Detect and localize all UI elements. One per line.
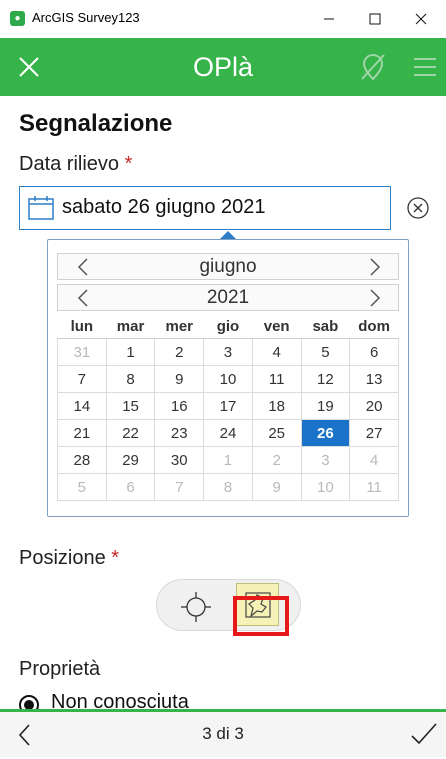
calendar-day[interactable]: 13 xyxy=(349,365,399,393)
highlight-box xyxy=(233,596,289,636)
chevron-right-icon xyxy=(370,257,381,276)
calendar-day[interactable]: 1 xyxy=(203,446,253,474)
close-icon xyxy=(19,57,39,77)
close-window-button[interactable] xyxy=(398,0,444,38)
weekday-header: ven xyxy=(252,314,302,339)
close-icon xyxy=(415,13,427,25)
calendar-day[interactable]: 6 xyxy=(349,338,399,366)
calendar-day[interactable]: 9 xyxy=(251,473,302,501)
calendar-day[interactable]: 10 xyxy=(203,365,253,393)
year-label: 2021 xyxy=(206,287,250,308)
calendar-day[interactable]: 22 xyxy=(105,419,156,447)
calendar-day-selected[interactable]: 26 xyxy=(300,419,351,447)
weekday-header: lun xyxy=(57,314,107,339)
calendar-day[interactable]: 9 xyxy=(154,365,205,393)
checkmark-icon xyxy=(411,723,437,745)
prev-year-button[interactable] xyxy=(69,284,97,311)
property-label: Proprietà xyxy=(19,658,101,680)
calendar-day[interactable]: 11 xyxy=(251,365,302,393)
section-title: Segnalazione xyxy=(19,110,173,137)
calendar-day[interactable]: 4 xyxy=(251,338,302,366)
required-mark: * xyxy=(124,153,133,175)
weekday-header: mar xyxy=(106,314,155,339)
calendar-icon xyxy=(28,196,54,220)
previous-page-button[interactable] xyxy=(12,720,38,750)
location-label-text: Posizione xyxy=(19,547,106,569)
chevron-right-icon xyxy=(370,288,381,307)
calendar-day[interactable]: 11 xyxy=(349,473,399,501)
next-month-button[interactable] xyxy=(361,253,389,280)
picker-pointer xyxy=(220,231,236,239)
hamburger-menu-icon xyxy=(414,58,436,76)
calendar-day[interactable]: 28 xyxy=(57,446,107,474)
page-indicator: 3 di 3 xyxy=(202,724,244,743)
gps-signal-icon xyxy=(361,53,385,81)
next-year-button[interactable] xyxy=(361,284,389,311)
calendar-grid: lun mar mer gio ven sab dom 31 1 2 3 4 5… xyxy=(57,314,399,501)
calendar-day[interactable]: 14 xyxy=(57,392,107,420)
calendar-day[interactable]: 12 xyxy=(300,365,351,393)
weekday-header: gio xyxy=(203,314,253,339)
chevron-left-icon xyxy=(18,724,30,746)
menu-button[interactable] xyxy=(412,54,438,80)
calendar-day[interactable]: 25 xyxy=(251,419,302,447)
calendar-day[interactable]: 10 xyxy=(300,473,351,501)
date-label-text: Data rilievo xyxy=(19,153,120,175)
calendar-day[interactable]: 3 xyxy=(203,338,253,366)
calendar-day[interactable]: 18 xyxy=(251,392,302,420)
chevron-left-icon xyxy=(77,288,88,307)
calendar-day[interactable]: 7 xyxy=(154,473,205,501)
calendar-day[interactable]: 30 xyxy=(154,446,205,474)
minimize-button[interactable] xyxy=(306,0,352,38)
weekday-header: mer xyxy=(154,314,204,339)
maximize-icon xyxy=(369,13,381,25)
chevron-left-icon xyxy=(77,257,88,276)
window-title: ArcGIS Survey123 xyxy=(32,10,140,25)
calendar-day[interactable]: 19 xyxy=(300,392,351,420)
minimize-icon xyxy=(324,18,334,20)
calendar-day[interactable]: 16 xyxy=(154,392,205,420)
month-label: giugno xyxy=(199,256,257,277)
location-label: Posizione * xyxy=(19,547,119,570)
calendar-day[interactable]: 2 xyxy=(251,446,302,474)
submit-button[interactable] xyxy=(408,718,440,750)
calendar-day[interactable]: 20 xyxy=(349,392,399,420)
maximize-button[interactable] xyxy=(352,0,398,38)
clear-circle-icon xyxy=(407,197,429,219)
calendar-day[interactable]: 1 xyxy=(105,338,156,366)
required-mark: * xyxy=(111,547,120,569)
calendar-day[interactable]: 8 xyxy=(203,473,253,501)
date-label: Data rilievo * xyxy=(19,153,132,176)
gps-location-button[interactable] xyxy=(176,589,216,625)
calendar-day[interactable]: 21 xyxy=(57,419,107,447)
calendar-day[interactable]: 24 xyxy=(203,419,253,447)
calendar-day[interactable]: 23 xyxy=(154,419,205,447)
calendar-day[interactable]: 27 xyxy=(349,419,399,447)
calendar-day[interactable]: 31 xyxy=(57,338,107,366)
clear-date-button[interactable] xyxy=(396,186,440,230)
date-value: sabato 26 giugno 2021 xyxy=(62,196,266,218)
calendar-day[interactable]: 15 xyxy=(105,392,156,420)
calendar-day[interactable]: 3 xyxy=(300,446,351,474)
close-survey-button[interactable] xyxy=(14,52,44,82)
calendar-day[interactable]: 5 xyxy=(300,338,351,366)
calendar-day[interactable]: 2 xyxy=(154,338,205,366)
calendar-day[interactable]: 8 xyxy=(105,365,156,393)
app-icon: ● xyxy=(10,11,25,26)
calendar-day[interactable]: 7 xyxy=(57,365,107,393)
calendar-day[interactable]: 6 xyxy=(105,473,156,501)
calendar-day[interactable]: 5 xyxy=(57,473,107,501)
crosshair-icon xyxy=(181,592,211,622)
location-status-button[interactable] xyxy=(358,51,388,83)
weekday-header: dom xyxy=(349,314,399,339)
prev-month-button[interactable] xyxy=(69,253,97,280)
calendar-day[interactable]: 4 xyxy=(349,446,399,474)
calendar-day[interactable]: 17 xyxy=(203,392,253,420)
calendar-day[interactable]: 29 xyxy=(105,446,156,474)
weekday-header: sab xyxy=(301,314,350,339)
